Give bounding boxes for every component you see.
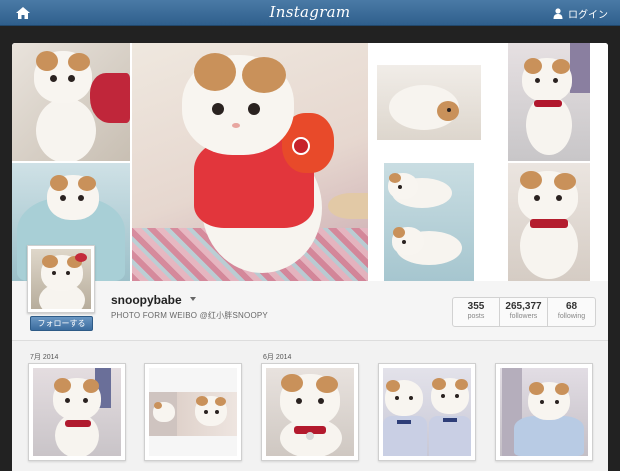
feed-thumbnail[interactable] (261, 363, 359, 461)
top-bar: Instagram ログイン (0, 0, 620, 26)
stat-label: following (557, 313, 586, 320)
stat-label: followers (509, 313, 538, 320)
photo-mosaic (12, 43, 608, 281)
feed-photo (33, 368, 121, 456)
stat-value: 265,377 (505, 301, 542, 312)
stat-value: 68 (565, 301, 578, 312)
mosaic-photo[interactable] (490, 43, 608, 161)
user-icon (553, 7, 563, 19)
avatar[interactable] (27, 245, 95, 313)
avatar-image (31, 249, 91, 309)
stat-followers[interactable]: 265,377 followers (500, 298, 548, 326)
follow-button[interactable]: フォローする (30, 316, 93, 331)
login-button[interactable]: ログイン (553, 0, 608, 26)
feed-thumbnail[interactable] (28, 363, 126, 461)
feed-thumbnail[interactable] (378, 363, 476, 461)
month-label: 6月 2014 (263, 354, 292, 361)
stat-posts[interactable]: 355 posts (453, 298, 500, 326)
feed-thumbnail[interactable] (144, 363, 242, 461)
mosaic-photo-featured[interactable] (132, 43, 368, 281)
stat-following[interactable]: 68 following (548, 298, 595, 326)
profile-bio: PHOTO FORM WEIBO @红小胖SNOOPY (111, 311, 268, 320)
feed-photo (383, 368, 471, 456)
feed-thumbnail[interactable] (495, 363, 593, 461)
mosaic-photo[interactable] (490, 163, 608, 281)
profile-stats: 355 posts 265,377 followers 68 following (452, 297, 596, 327)
feed-photo (266, 368, 354, 456)
month-label: 7月 2014 (30, 354, 59, 361)
feed-photo (500, 368, 588, 456)
profile-username: snoopybabe (111, 293, 182, 307)
feed-photo (149, 368, 237, 456)
mosaic-photo[interactable] (370, 163, 488, 281)
mosaic-photo[interactable] (12, 43, 130, 161)
login-label: ログイン (568, 9, 608, 21)
mosaic-photo[interactable] (370, 43, 488, 161)
stat-value: 355 (467, 301, 485, 312)
profile-card: snoopybabe PHOTO FORM WEIBO @红小胖SNOOPY 3… (12, 43, 608, 471)
brand-logo[interactable]: Instagram (0, 3, 620, 21)
chevron-down-icon[interactable] (190, 297, 196, 301)
stat-label: posts (467, 313, 485, 320)
